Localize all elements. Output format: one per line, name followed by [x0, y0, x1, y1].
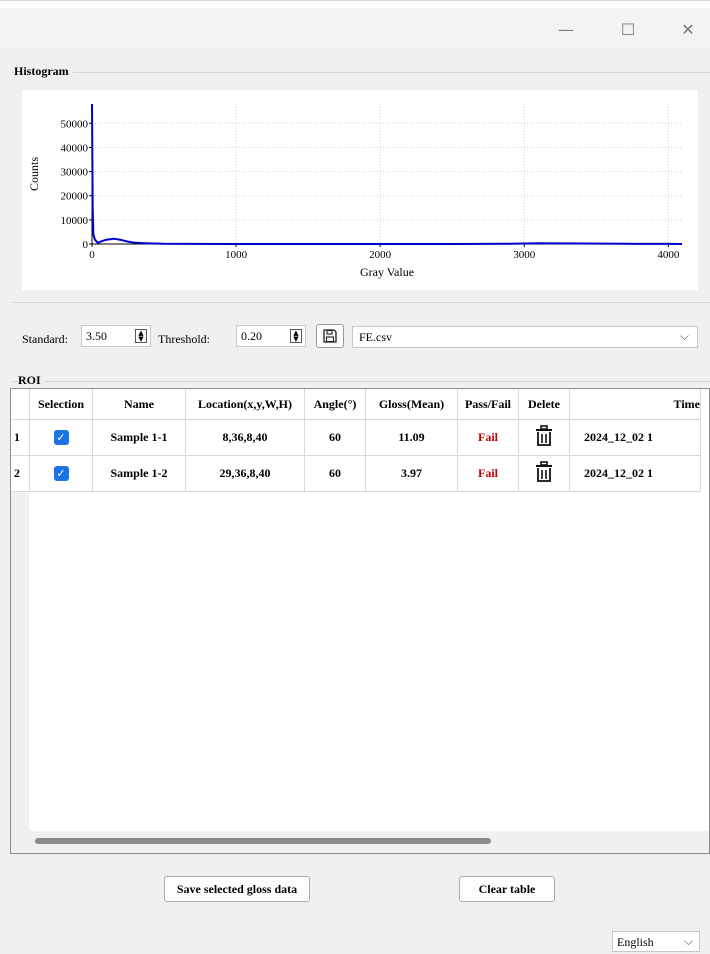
time-cell[interactable]: 2024_12_02 1	[569, 419, 701, 456]
close-button[interactable]: ✕	[668, 16, 708, 42]
selection-checkbox[interactable]: ✓	[53, 430, 69, 445]
save-selected-button[interactable]: Save selected gloss data	[164, 876, 310, 902]
name-cell[interactable]: Sample 1-2	[92, 455, 186, 492]
histogram-group-title: Histogram	[14, 64, 73, 79]
location-cell[interactable]: 29,36,8,40	[185, 455, 305, 492]
column-header-name[interactable]: Name	[92, 389, 186, 420]
location-cell[interactable]: 8,36,8,40	[185, 419, 305, 456]
name-cell[interactable]: Sample 1-1	[92, 419, 186, 456]
x-tick-label: 1000	[225, 249, 248, 261]
threshold-label: Threshold:	[158, 332, 210, 346]
table-row: 1 ✓ Sample 1-1 8,36,8,40 60 11.09 Fail 2…	[11, 419, 701, 456]
column-header-gloss[interactable]: Gloss(Mean)	[365, 389, 458, 420]
threshold-stepper-icon[interactable]: ▲ ▼	[290, 329, 302, 343]
roi-group-border	[12, 381, 710, 382]
y-tick-label: 30000	[61, 167, 89, 179]
x-tick-label: 4000	[657, 249, 680, 261]
table-header-row: Selection Name Location(x,y,W,H) Angle(°…	[11, 389, 701, 420]
column-header-angle[interactable]: Angle(°)	[304, 389, 366, 420]
clear-table-button[interactable]: Clear table	[459, 876, 555, 902]
language-select[interactable]: English ⌵	[612, 931, 700, 952]
horizontal-scrollbar[interactable]	[29, 831, 709, 853]
x-axis-label: Gray Value	[360, 265, 414, 279]
title-bar: — ☐ ✕	[0, 8, 710, 48]
trash-icon[interactable]	[534, 460, 554, 483]
y-tick-label: 20000	[61, 191, 89, 203]
column-header-selection[interactable]: Selection	[29, 389, 93, 420]
row-header[interactable]: 1	[11, 419, 30, 456]
x-tick-label: 3000	[513, 249, 536, 261]
y-tick-label: 50000	[61, 118, 89, 130]
selection-checkbox[interactable]: ✓	[53, 466, 69, 481]
column-header-pass-fail[interactable]: Pass/Fail	[457, 389, 519, 420]
file-select[interactable]: FE.csv ⌵	[352, 326, 698, 348]
delete-cell	[518, 419, 570, 456]
x-tick-label: 0	[89, 249, 95, 261]
selection-cell: ✓	[29, 455, 93, 492]
standard-spinbox[interactable]: 3.50 ▲ ▼	[81, 325, 151, 347]
time-cell[interactable]: 2024_12_02 1	[569, 455, 701, 492]
chevron-down-icon: ⌵	[679, 329, 689, 343]
threshold-spinbox[interactable]: 0.20 ▲ ▼	[236, 325, 306, 347]
gloss-cell[interactable]: 11.09	[365, 419, 458, 456]
minimize-button[interactable]: —	[546, 16, 586, 42]
selection-cell: ✓	[29, 419, 93, 456]
roi-table: Selection Name Location(x,y,W,H) Angle(°…	[11, 389, 701, 492]
gloss-cell[interactable]: 3.97	[365, 455, 458, 492]
threshold-value: 0.20	[241, 329, 262, 343]
column-header-delete[interactable]: Delete	[518, 389, 570, 420]
histogram-svg: 0 1000 2000 3000 400001000020000300004000050…	[27, 103, 683, 279]
standard-label: Standard:	[22, 332, 68, 346]
pass-fail-cell: Fail	[457, 419, 519, 456]
column-header-location[interactable]: Location(x,y,W,H)	[185, 389, 305, 420]
standard-stepper-icon[interactable]: ▲ ▼	[135, 329, 147, 343]
angle-cell[interactable]: 60	[304, 419, 366, 456]
language-value: English	[617, 935, 654, 949]
delete-cell	[518, 455, 570, 492]
save-file-button[interactable]	[316, 324, 344, 348]
file-select-value: FE.csv	[359, 330, 392, 344]
save-icon	[323, 329, 337, 343]
column-header-time[interactable]: Time	[569, 389, 701, 420]
trash-icon[interactable]	[534, 424, 554, 447]
row-header[interactable]: 2	[11, 455, 30, 492]
roi-table-frame: Selection Name Location(x,y,W,H) Angle(°…	[10, 388, 710, 854]
roi-group-title: ROI	[18, 373, 45, 388]
histogram-group-bottom	[12, 302, 710, 303]
y-axis-label: Counts	[27, 157, 41, 191]
chevron-down-icon: ⌵	[683, 934, 693, 948]
maximize-button[interactable]: ☐	[608, 16, 648, 42]
y-tick-label: 40000	[61, 142, 89, 154]
y-tick-label: 10000	[61, 215, 89, 227]
pass-fail-cell: Fail	[457, 455, 519, 492]
histogram-chart: 0 1000 2000 3000 4000 0 10000 20000 30000 40000 50…	[22, 90, 698, 290]
x-tick-label: 2000	[369, 249, 392, 261]
corner-cell	[11, 389, 30, 420]
y-tick-label: 0	[83, 239, 89, 251]
histogram-series-line	[91, 103, 683, 245]
standard-value: 3.50	[86, 329, 107, 343]
angle-cell[interactable]: 60	[304, 455, 366, 492]
histogram-group-border	[12, 72, 710, 73]
table-row: 2 ✓ Sample 1-2 29,36,8,40 60 3.97 Fail 2…	[11, 455, 701, 492]
scrollbar-thumb[interactable]	[35, 838, 491, 844]
